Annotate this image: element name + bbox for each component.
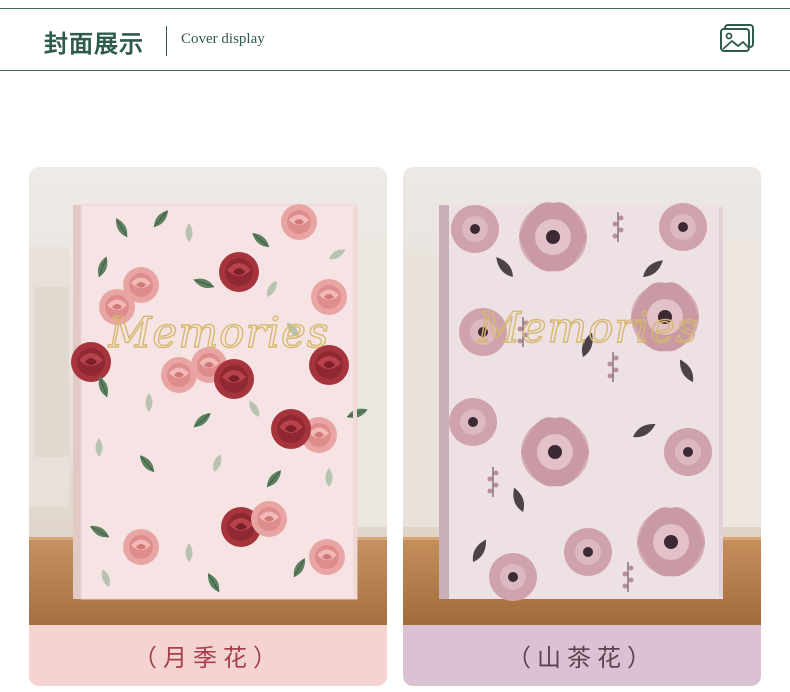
- cover-card-rose[interactable]: Memories （月季花）: [29, 167, 387, 686]
- camellia-album-photo: Memories: [403, 167, 761, 625]
- cover-caption-rose: （月季花）: [29, 625, 387, 686]
- section-title-en: Cover display: [181, 31, 265, 47]
- header-top-rule: [0, 8, 790, 9]
- rose-album-photo: Memories: [29, 167, 387, 625]
- cover-card-camellia[interactable]: Memories （山茶花）: [403, 167, 761, 686]
- header-bottom-rule: [0, 70, 790, 71]
- cover-caption-camellia: （山茶花）: [403, 625, 761, 686]
- cover-script-title: Memories: [477, 303, 699, 352]
- section-title-zh: 封面展示: [44, 30, 144, 58]
- cover-script-title: Memories: [108, 308, 330, 357]
- title-separator: [166, 26, 167, 56]
- image-gallery-icon[interactable]: [719, 23, 755, 53]
